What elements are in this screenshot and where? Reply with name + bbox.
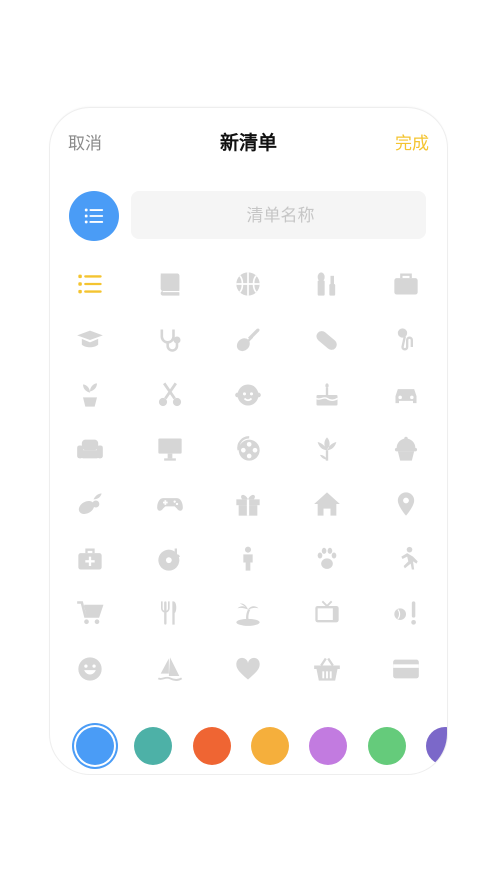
sheet-title: 新清单 — [219, 132, 277, 154]
island-icon — [236, 603, 260, 626]
icon-option-cutlery[interactable] — [150, 593, 190, 633]
icon-option-pill[interactable] — [307, 320, 347, 360]
cosmetics-icon — [317, 272, 336, 296]
color-swatch[interactable] — [134, 727, 172, 765]
shopping-cart-icon — [77, 601, 104, 625]
icon-option-sofa[interactable] — [70, 429, 110, 469]
icon-option-stethoscope[interactable] — [150, 320, 190, 360]
icon-option-lotus[interactable] — [307, 429, 347, 469]
music-disc-icon — [158, 548, 180, 571]
icon-option-list[interactable] — [70, 264, 110, 304]
microphone-icon — [397, 328, 413, 351]
vegetables-icon — [78, 493, 102, 514]
first-aid-kit-icon — [78, 548, 102, 570]
cutlery-icon — [161, 601, 177, 625]
potted-plant-icon — [83, 383, 97, 407]
icon-option-book[interactable] — [150, 264, 190, 304]
baseball-icon — [394, 601, 416, 625]
icon-option-basket[interactable] — [307, 649, 347, 689]
list-icon — [78, 274, 102, 294]
icon-option-shopping-cart[interactable] — [70, 593, 110, 633]
icon-option-graduation-cap[interactable] — [70, 320, 110, 360]
icon-option-house[interactable] — [307, 484, 347, 524]
baby-face-icon — [235, 384, 261, 406]
cupcake-icon — [394, 436, 418, 461]
lotus-icon — [317, 437, 337, 461]
icon-option-tv[interactable] — [307, 593, 347, 633]
list-icon — [84, 208, 104, 224]
icon-option-potted-plant[interactable] — [70, 375, 110, 415]
list-name-input[interactable] — [131, 191, 430, 241]
icon-option-vegetables[interactable] — [70, 484, 110, 524]
smiley-icon — [78, 657, 102, 681]
color-swatch[interactable] — [309, 727, 347, 765]
color-swatch[interactable] — [426, 727, 447, 765]
list-name-field[interactable] — [131, 191, 430, 241]
book-icon — [160, 273, 180, 296]
icon-option-location-pin[interactable] — [386, 484, 426, 524]
gift-icon — [236, 494, 260, 516]
icon-option-briefcase[interactable] — [386, 264, 426, 304]
color-swatch[interactable] — [251, 727, 289, 765]
icon-option-scissors[interactable] — [150, 375, 190, 415]
icon-option-monitor[interactable] — [150, 429, 190, 469]
icon-option-smiley[interactable] — [70, 649, 110, 689]
icon-option-gamepad[interactable] — [150, 484, 190, 524]
new-list-sheet: 取消 新清单 完成 — [50, 108, 447, 774]
graduation-cap-icon — [77, 330, 103, 348]
icon-option-cupcake[interactable] — [386, 429, 426, 469]
person-icon — [243, 546, 253, 571]
icon-option-birthday-cake[interactable] — [307, 375, 347, 415]
icon-option-heart[interactable] — [228, 649, 268, 689]
birthday-cake-icon — [316, 383, 338, 406]
color-picker — [50, 726, 447, 766]
color-swatch[interactable] — [368, 727, 406, 765]
tv-icon — [315, 600, 339, 623]
monitor-icon — [158, 438, 182, 461]
icon-option-windsurf[interactable] — [150, 649, 190, 689]
guitar-icon — [236, 328, 260, 352]
done-button[interactable]: 完成 — [395, 129, 429, 154]
briefcase-icon — [394, 273, 418, 295]
icon-option-microphone[interactable] — [386, 320, 426, 360]
icon-option-first-aid-kit[interactable] — [70, 539, 110, 579]
scissors-icon — [158, 382, 182, 407]
paw-icon — [317, 547, 337, 569]
icon-option-credit-card[interactable] — [386, 649, 426, 689]
credit-card-icon — [393, 659, 419, 679]
heart-icon — [236, 657, 260, 680]
icon-option-running[interactable] — [386, 539, 426, 579]
list-avatar[interactable] — [69, 191, 119, 241]
color-swatch[interactable] — [193, 727, 231, 765]
film-reel-icon — [237, 436, 260, 461]
location-pin-icon — [397, 492, 415, 516]
icon-option-baby-face[interactable] — [228, 375, 268, 415]
icon-option-car[interactable] — [386, 375, 426, 415]
icon-option-baseball[interactable] — [386, 593, 426, 633]
icon-option-basketball[interactable] — [228, 264, 268, 304]
basket-icon — [314, 657, 340, 681]
pill-icon — [316, 331, 337, 350]
icon-option-island[interactable] — [228, 593, 268, 633]
sofa-icon — [77, 439, 103, 459]
stethoscope-icon — [160, 329, 181, 352]
icon-option-cosmetics[interactable] — [307, 264, 347, 304]
icon-option-person[interactable] — [228, 539, 268, 579]
icon-option-guitar[interactable] — [228, 320, 268, 360]
icon-option-paw[interactable] — [307, 539, 347, 579]
icon-option-music-disc[interactable] — [150, 539, 190, 579]
house-icon — [314, 492, 340, 516]
running-icon — [401, 546, 418, 570]
gamepad-icon — [157, 498, 183, 511]
icon-option-gift[interactable] — [228, 484, 268, 524]
windsurf-icon — [157, 657, 183, 682]
color-swatch[interactable] — [76, 727, 114, 765]
car-icon — [395, 389, 417, 404]
icon-option-film-reel[interactable] — [228, 429, 268, 469]
basketball-icon — [236, 272, 260, 296]
